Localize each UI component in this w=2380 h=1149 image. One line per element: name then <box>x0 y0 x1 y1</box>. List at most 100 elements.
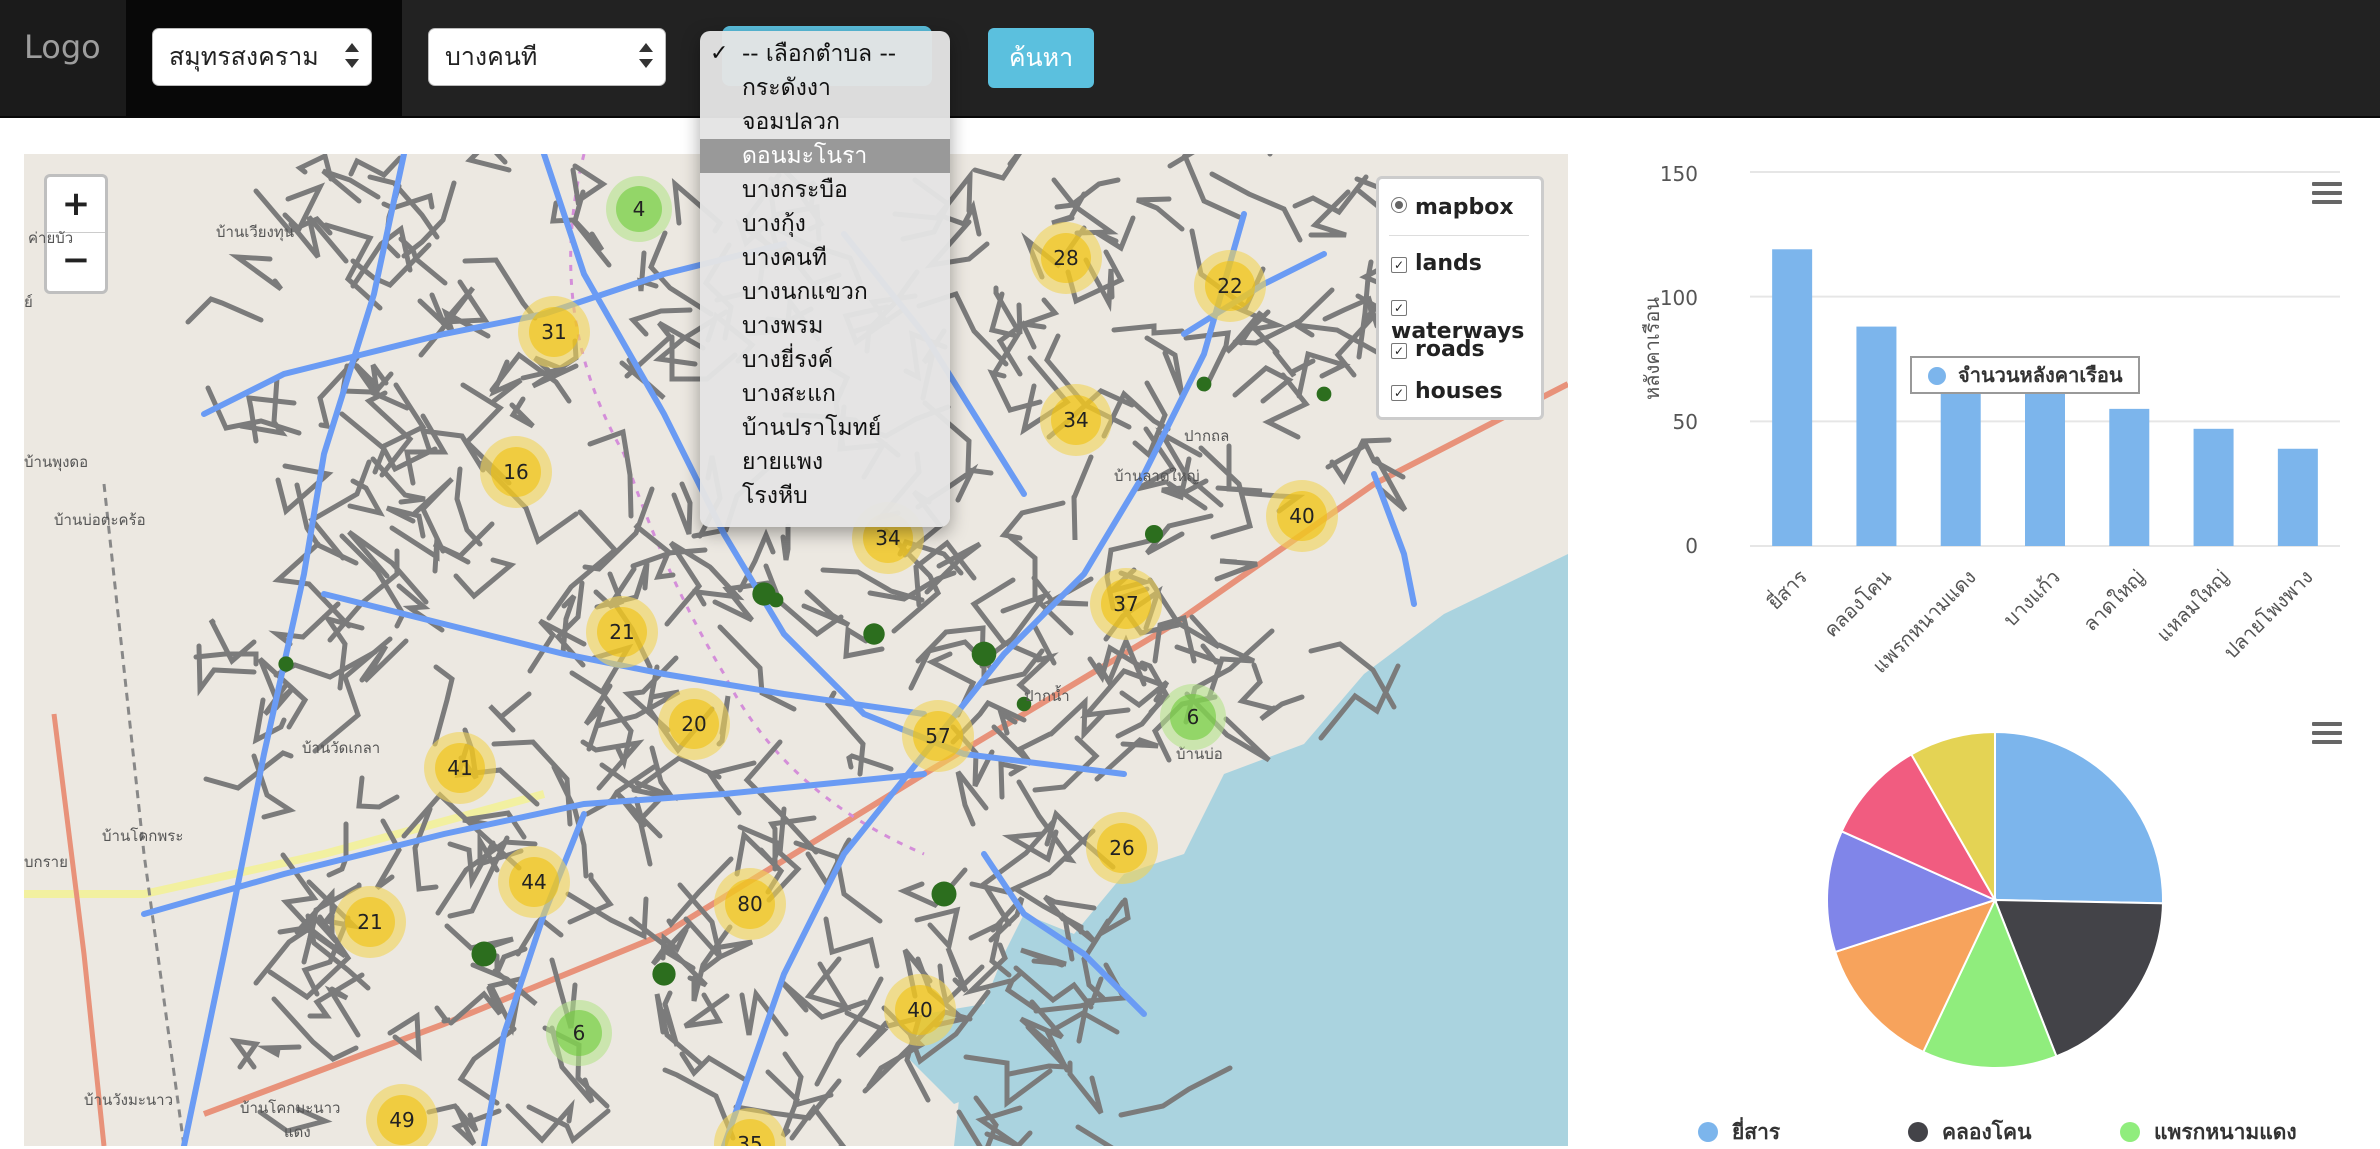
marker-cluster[interactable]: 41 <box>424 732 496 804</box>
dropdown-option[interactable]: บางกระบือ <box>700 173 950 207</box>
bar[interactable] <box>2193 428 2234 546</box>
pie-chart-menu-icon[interactable] <box>2312 722 2342 744</box>
marker-cluster[interactable]: 20 <box>658 688 730 760</box>
layer-houses[interactable]: ✓ houses <box>1391 379 1503 404</box>
checkbox-icon: ✓ <box>1391 257 1407 273</box>
place-label: บ้านวัดเกลา <box>302 739 381 757</box>
x-tick-label: ปลายโพงพาง <box>2218 564 2318 664</box>
marker-cluster[interactable]: 44 <box>498 846 570 918</box>
land-patch <box>471 941 497 967</box>
pie-legend-item[interactable]: ยี่สาร <box>1698 1116 1780 1149</box>
marker-cluster[interactable]: 40 <box>1266 480 1338 552</box>
legend-marker <box>1908 1122 1928 1142</box>
dropdown-option[interactable]: ดอนมะโนรา <box>700 139 950 173</box>
land-patch <box>278 656 294 672</box>
dropdown-option-label: บ้านปราโมทย์ <box>742 415 882 441</box>
marker-cluster[interactable]: 6 <box>546 1000 612 1066</box>
marker-cluster[interactable]: 28 <box>1030 222 1102 294</box>
marker-cluster[interactable]: 49 <box>366 1084 438 1146</box>
legend-marker <box>1698 1122 1718 1142</box>
marker-cluster[interactable]: 6 <box>1160 684 1226 750</box>
place-label: ปากน้ำ <box>1024 687 1070 705</box>
marker-cluster[interactable]: 26 <box>1086 812 1158 884</box>
land-patch <box>1316 386 1332 402</box>
bar[interactable] <box>2025 393 2065 546</box>
layer-roads[interactable]: ✓ roads <box>1391 337 1485 362</box>
zoom-in-button[interactable]: + <box>47 177 105 233</box>
dropdown-option[interactable]: โรงหีบ <box>700 479 950 513</box>
land-patch <box>863 623 885 645</box>
tooltip-label: จำนวนหลังคาเรือน <box>1958 363 2123 387</box>
bar[interactable] <box>1772 249 1813 546</box>
dropdown-option[interactable]: บางนกแขวก <box>700 275 950 309</box>
layer-label: houses <box>1415 379 1503 404</box>
layer-label: roads <box>1415 337 1485 362</box>
dropdown-option-label: บางพรม <box>742 313 824 339</box>
province-select[interactable]: สมุทรสงคราม <box>152 28 372 86</box>
x-tick-label: ลาดใหญ่ <box>2078 564 2150 636</box>
dropdown-option[interactable]: บางคนที <box>700 241 950 275</box>
dropdown-option[interactable]: บางยี่รงค์ <box>700 343 950 377</box>
place-label: บกราย <box>24 853 68 871</box>
bar[interactable] <box>2109 408 2150 546</box>
pie-slice[interactable] <box>1994 730 2164 905</box>
place-label: ย์ <box>24 293 33 311</box>
marker-cluster[interactable]: 21 <box>586 596 658 668</box>
bar-chart <box>1750 171 2340 547</box>
checkbox-icon: ✓ <box>1391 385 1407 401</box>
dropdown-option[interactable]: บางสะแก <box>700 377 950 411</box>
place-label: บ้านพุงดอ <box>24 453 89 471</box>
province-select-value: สมุทรสงคราม <box>169 42 319 71</box>
dropdown-option-label: โรงหีบ <box>742 483 808 509</box>
logo-container: Logo <box>0 0 126 116</box>
dropdown-option[interactable]: กระดังงา <box>700 71 950 105</box>
radio-icon <box>1391 197 1407 213</box>
district-select[interactable]: บางคนที <box>428 28 666 86</box>
layer-lands[interactable]: ✓ lands <box>1391 251 1482 276</box>
bar[interactable] <box>1856 326 1897 546</box>
y-tick: 0 <box>1685 534 1698 558</box>
marker-cluster[interactable]: 57 <box>902 700 974 772</box>
dropdown-option-label: ยายแพง <box>742 449 824 475</box>
dropdown-option[interactable]: บ้านปราโมทย์ <box>700 411 950 445</box>
dropdown-option[interactable]: ยายแพง <box>700 445 950 479</box>
dropdown-option[interactable]: ✓ -- เลือกตำบล -- <box>700 37 950 71</box>
navbar: Logo สมุทรสงคราม บางคนที ค้นหา <box>0 0 2380 118</box>
pie-legend-item[interactable]: แพรกหนามแดง <box>2120 1116 2297 1149</box>
dropdown-option[interactable]: บางพรม <box>700 309 950 343</box>
pie-legend-item[interactable]: คลองโคน <box>1908 1116 2031 1149</box>
logo[interactable]: Logo <box>24 28 101 66</box>
place-label: บ้านโคกมะนาว <box>240 1099 341 1117</box>
select-arrows-icon <box>639 39 653 75</box>
y-tick: 150 <box>1659 162 1698 186</box>
marker-cluster[interactable]: 37 <box>1090 568 1162 640</box>
dropdown-option[interactable]: บางกุ้ง <box>700 207 950 241</box>
bar[interactable] <box>1940 393 1981 546</box>
marker-cluster[interactable]: 4 <box>606 176 672 242</box>
legend-label: แพรกหนามแดง <box>2154 1120 2297 1144</box>
marker-cluster[interactable]: 34 <box>1040 384 1112 456</box>
bar[interactable] <box>2277 448 2318 546</box>
x-tick-label: ยี่สาร <box>1762 564 1812 615</box>
marker-cluster[interactable]: 80 <box>714 868 786 940</box>
marker-cluster[interactable]: 16 <box>480 436 552 508</box>
layer-base-mapbox[interactable]: mapbox <box>1391 195 1514 220</box>
district-select-value: บางคนที <box>445 42 538 71</box>
dropdown-option[interactable]: จอมปลวก <box>700 105 950 139</box>
search-button[interactable]: ค้นหา <box>988 28 1094 88</box>
dropdown-option-label: จอมปลวก <box>742 109 840 135</box>
land-patch <box>1196 376 1212 392</box>
place-label: ค่ายบัว <box>28 229 74 247</box>
layer-label: lands <box>1415 251 1482 276</box>
select-arrows-icon <box>345 39 359 75</box>
marker-cluster[interactable]: 22 <box>1194 250 1266 322</box>
subdistrict-dropdown: ✓ -- เลือกตำบล -- กระดังงาจอมปลวกดอนมะโนรา… <box>700 31 950 527</box>
dropdown-option-label: ดอนมะโนรา <box>742 143 868 169</box>
marker-cluster[interactable]: 21 <box>334 886 406 958</box>
land-patch <box>768 592 784 608</box>
place-label: ปากถล <box>1184 427 1230 445</box>
place-label: แดง <box>284 1123 311 1141</box>
marker-cluster[interactable]: 31 <box>518 296 590 368</box>
marker-cluster[interactable]: 40 <box>884 974 956 1046</box>
dropdown-option-label: บางนกแขวก <box>742 279 868 305</box>
